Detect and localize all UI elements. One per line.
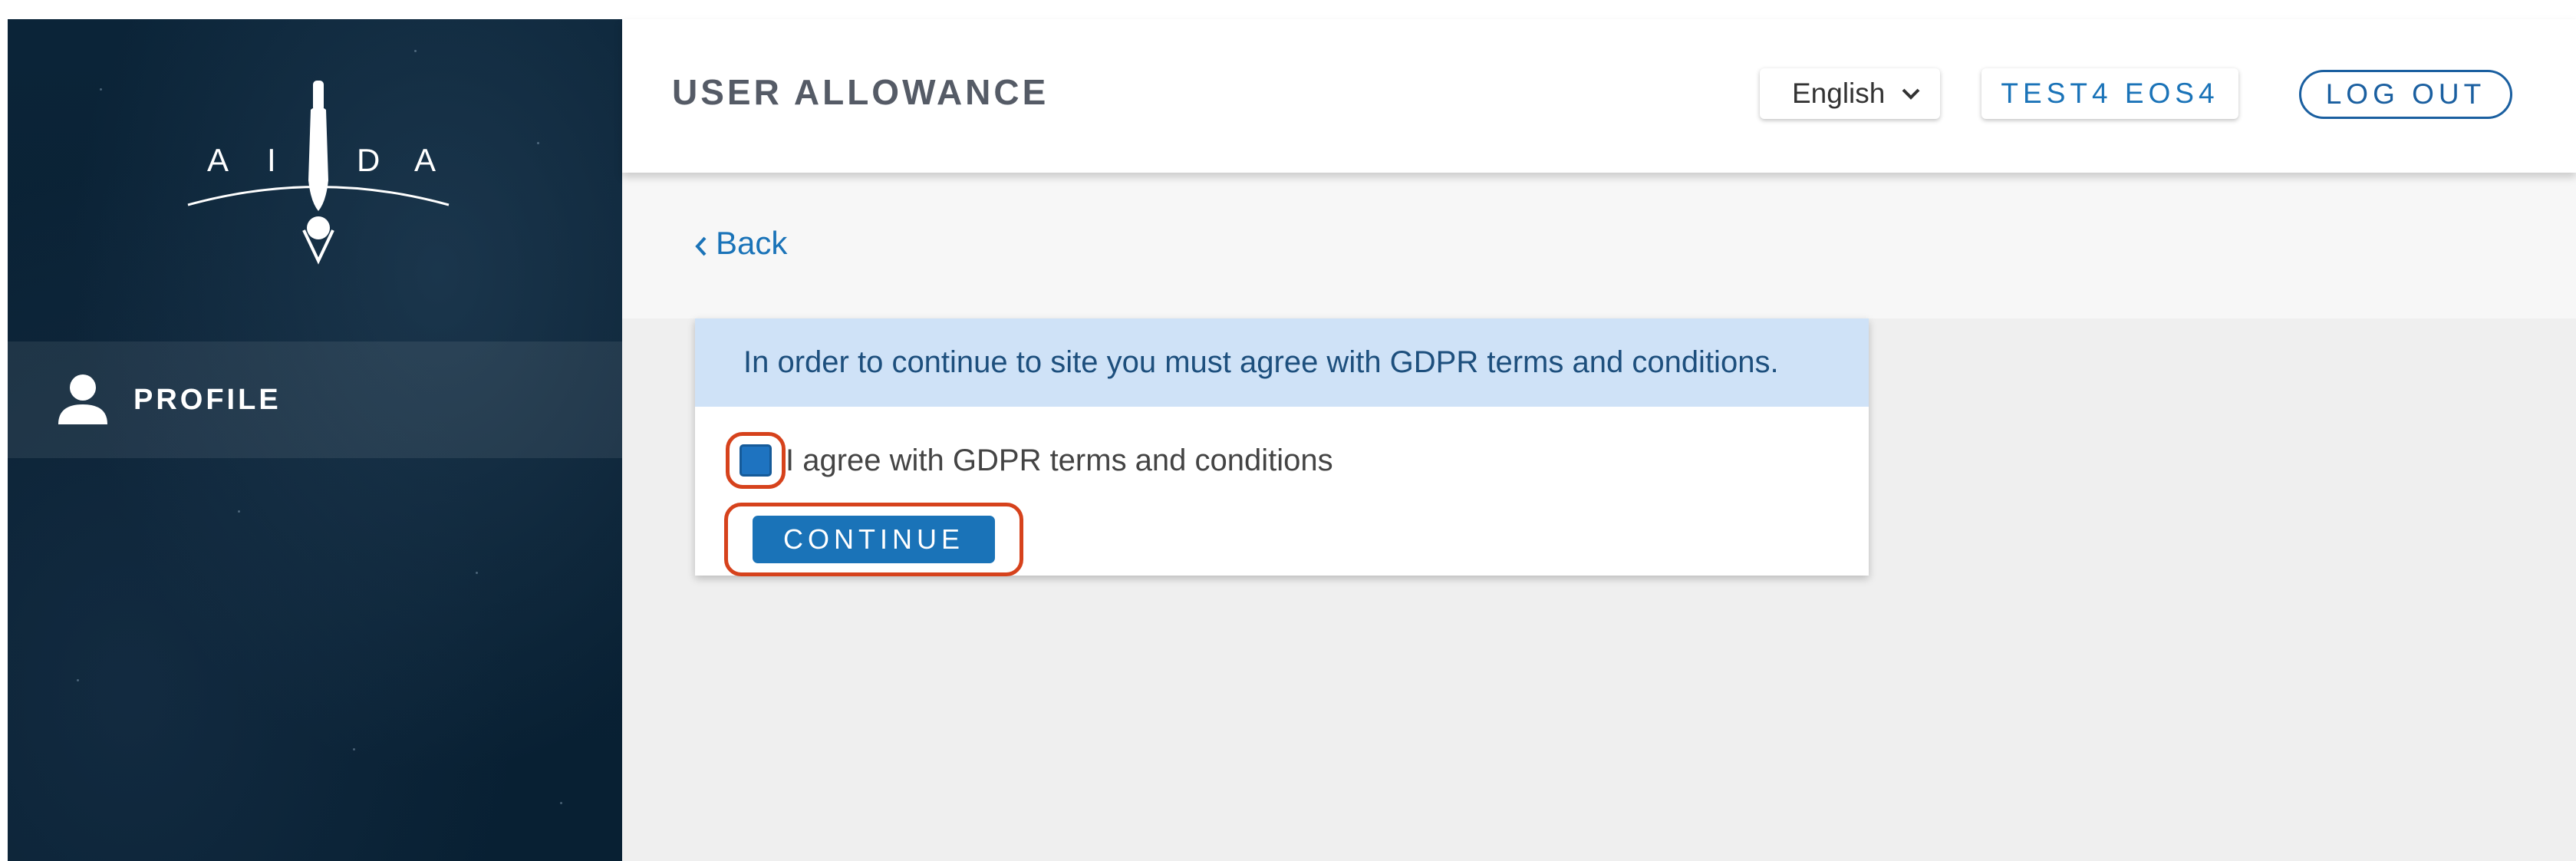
gdpr-agree-row[interactable]: I agree with GDPR terms and conditions: [726, 432, 1333, 489]
back-label: Back: [716, 225, 788, 261]
logo-letter: D: [357, 142, 380, 178]
background-speck: [560, 802, 562, 804]
chevron-left-icon: [693, 230, 710, 256]
logo-letter: A: [207, 142, 229, 178]
aida-logo: A I D A: [173, 65, 464, 272]
page-title: USER ALLOWANCE: [672, 72, 1049, 112]
background-speck: [476, 572, 478, 574]
content-area: In order to continue to site you must ag…: [622, 318, 2576, 861]
continue-highlight: CONTINUE: [724, 503, 1023, 576]
back-link[interactable]: Back: [693, 225, 787, 262]
gdpr-checkbox[interactable]: [740, 444, 772, 477]
sidebar-item-profile[interactable]: PROFILE: [8, 341, 622, 458]
background-speck: [537, 142, 539, 144]
sub-header: Back: [622, 173, 2576, 318]
logo-letter: I: [267, 142, 276, 178]
language-select[interactable]: English: [1760, 68, 1940, 119]
background-speck: [100, 88, 102, 91]
background-speck: [414, 50, 417, 52]
sidebar-item-label: PROFILE: [133, 383, 282, 416]
checkbox-highlight: [726, 432, 786, 489]
top-header: USER ALLOWANCE English TEST4 EOS4 LOG OU…: [622, 19, 2576, 173]
logo-letter: A: [414, 142, 436, 178]
app-root: A I D A PROFILE USER ALLOWANCE English T…: [0, 0, 2576, 861]
language-select-value: English: [1792, 78, 1886, 109]
main-content: Back In order to continue to site you mu…: [622, 173, 2576, 861]
continue-button[interactable]: CONTINUE: [753, 516, 995, 563]
user-icon: [54, 371, 112, 429]
logout-button[interactable]: LOG OUT: [2299, 70, 2512, 119]
background-speck: [238, 510, 240, 513]
user-account-button[interactable]: TEST4 EOS4: [1981, 68, 2238, 119]
background-speck: [77, 679, 79, 681]
gdpr-alert: In order to continue to site you must ag…: [695, 318, 1869, 407]
gdpr-card: In order to continue to site you must ag…: [695, 318, 1869, 576]
chevron-down-icon: [1900, 83, 1922, 104]
sidebar: A I D A PROFILE: [8, 19, 622, 861]
gdpr-checkbox-label: I agree with GDPR terms and conditions: [786, 443, 1333, 477]
gdpr-message: In order to continue to site you must ag…: [743, 345, 1779, 379]
background-speck: [353, 748, 355, 750]
